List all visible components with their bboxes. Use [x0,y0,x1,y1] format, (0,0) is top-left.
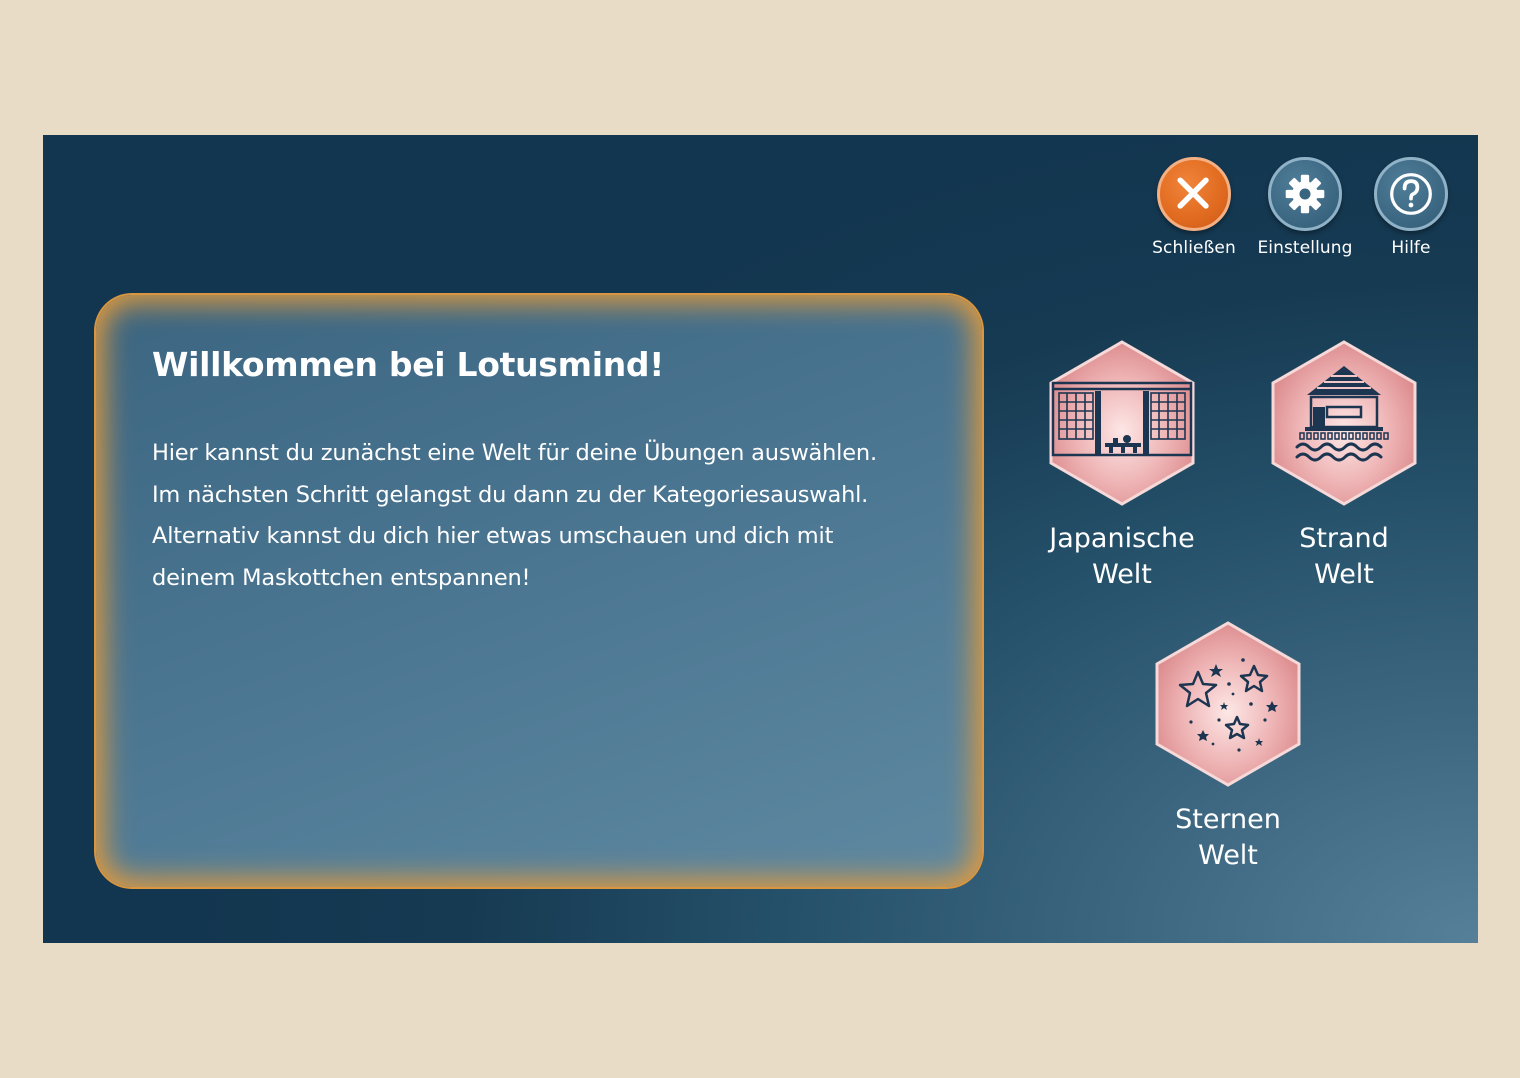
world-beach[interactable]: Strand Welt [1244,339,1444,593]
help-label: Hilfe [1391,238,1431,258]
welcome-line: deinem Maskottchen entspannen! [152,564,531,591]
settings-label: Einstellung [1257,238,1353,258]
world-label-line: Japanische [1049,523,1195,554]
world-label-line: Welt [1198,840,1258,871]
question-mark-icon [1390,173,1432,215]
world-label-line: Welt [1314,559,1374,590]
world-label: Japanische Welt [1022,521,1222,593]
app-screen: Schließen Einstellung Hilfe Willkommen b… [43,135,1478,943]
welcome-title: Willkommen bei Lotusmind! [152,345,664,384]
welcome-line: Hier kannst du zunächst eine Welt für de… [152,440,877,466]
close-button[interactable]: Schließen [1139,157,1249,258]
world-japanese[interactable]: Japanische Welt [1022,339,1222,593]
japanese-room-icon [1049,340,1195,506]
welcome-line: Im nächsten Schritt gelangst du dann zu … [152,481,869,508]
world-label: Strand Welt [1244,521,1444,593]
welcome-text: Hier kannst du zunächst eine Welt für de… [152,433,942,599]
settings-circle[interactable] [1268,157,1342,231]
world-label-line: Welt [1092,559,1152,590]
world-stars[interactable]: Sternen Welt [1128,620,1328,874]
help-button[interactable]: Hilfe [1356,157,1466,258]
welcome-panel: Willkommen bei Lotusmind! Hier kannst du… [96,295,982,887]
world-label-line: Strand [1299,523,1389,554]
stars-icon [1155,621,1301,787]
gear-icon [1285,174,1325,214]
world-label-line: Sternen [1175,804,1281,835]
close-icon [1177,177,1209,209]
close-label: Schließen [1152,238,1236,258]
welcome-line: Alternativ kannst du dich hier etwas ums… [152,523,834,549]
settings-button[interactable]: Einstellung [1250,157,1360,258]
close-circle[interactable] [1157,157,1231,231]
world-label: Sternen Welt [1128,802,1328,874]
beach-hut-icon [1271,340,1417,506]
help-circle[interactable] [1374,157,1448,231]
